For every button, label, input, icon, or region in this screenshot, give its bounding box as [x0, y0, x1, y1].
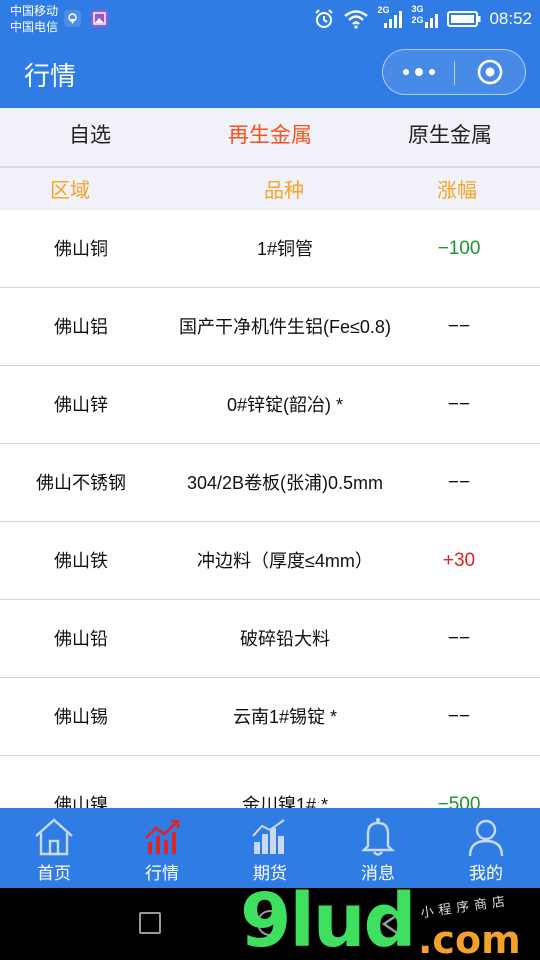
- clock: 08:52: [489, 9, 532, 28]
- change-cell: −−: [447, 706, 471, 727]
- change-cell: −500: [437, 794, 481, 808]
- column-header-region: 区域: [50, 180, 90, 202]
- list-item[interactable]: 佛山铝 国产干净机件生铝(Fe≤0.8) −−: [0, 288, 540, 366]
- bottom-tab-bar: 首页 行情 期货 消息 我的: [0, 808, 540, 888]
- tabbar-label-mine: 我的: [469, 864, 503, 883]
- more-button[interactable]: [383, 50, 454, 94]
- variety-cell: 云南1#锡锭 *: [232, 707, 338, 727]
- variety-cell: 国产干净机件生铝(Fe≤0.8): [179, 317, 391, 337]
- region-cell: 佛山锡: [54, 707, 108, 727]
- close-mini-program-button[interactable]: [455, 50, 526, 94]
- page-title: 行情: [24, 61, 77, 91]
- signal-2-icon: 3G 2G: [411, 4, 439, 30]
- market-chart-icon: [145, 819, 180, 854]
- recent-apps-button[interactable]: [139, 912, 161, 934]
- change-cell: −−: [447, 394, 471, 415]
- column-header-variety: 品种: [264, 180, 304, 202]
- column-header-row: 区域 品种 涨幅: [0, 168, 540, 210]
- wifi-icon: [344, 10, 369, 29]
- status-icons: 2G 3G 2G 08:52: [313, 4, 532, 32]
- region-cell: 佛山锌: [54, 395, 108, 415]
- list-item[interactable]: 佛山锌 0#锌锭(韶冶) * −−: [0, 366, 540, 444]
- variety-cell: 金川镍1# *: [241, 795, 329, 808]
- futures-bar-icon: [252, 819, 285, 854]
- change-cell: −−: [447, 316, 471, 337]
- change-cell: −−: [447, 472, 471, 493]
- variety-cell: 304/2B卷板(张浦)0.5mm: [186, 473, 384, 493]
- variety-cell: 冲边料（厚度≤4mm）: [197, 551, 373, 571]
- battery-icon: [447, 11, 481, 27]
- tabbar-item-messages[interactable]: 消息: [324, 808, 432, 888]
- list-item[interactable]: 佛山铜 1#铜管 −100: [0, 210, 540, 288]
- price-list: 佛山铜 1#铜管 −100 佛山铝 国产干净机件生铝(Fe≤0.8) −− 佛山…: [0, 210, 540, 808]
- more-dots-icon: [403, 68, 435, 76]
- location-app-icon: [64, 10, 81, 27]
- mini-program-capsule: [382, 49, 526, 95]
- tabbar-label-market: 行情: [145, 864, 179, 883]
- region-cell: 佛山铅: [54, 629, 108, 649]
- network-type-1: 2G: [377, 5, 390, 15]
- region-cell: 佛山铁: [54, 551, 108, 571]
- list-item[interactable]: 佛山铅 破碎铅大料 −−: [0, 600, 540, 678]
- signal-1-icon: 2G: [377, 5, 403, 30]
- network-type-3: 2G: [411, 15, 424, 25]
- column-header-change: 涨幅: [437, 180, 477, 202]
- tabbar-item-home[interactable]: 首页: [0, 808, 108, 888]
- home-icon: [35, 818, 73, 856]
- variety-cell: 0#锌锭(韶冶) *: [226, 395, 343, 415]
- user-icon: [468, 819, 504, 857]
- change-cell: +30: [442, 550, 476, 571]
- change-cell: −−: [447, 628, 471, 649]
- carrier-2: 中国电信: [10, 20, 59, 34]
- variety-cell: 破碎铅大料: [240, 629, 330, 649]
- header: 行情: [0, 38, 540, 108]
- region-cell: 佛山铝: [54, 317, 108, 337]
- watermark-domain: .com: [418, 918, 521, 960]
- list-item[interactable]: 佛山锡 云南1#锡锭 * −−: [0, 678, 540, 756]
- region-cell: 佛山不锈钢: [36, 473, 126, 493]
- tabbar-item-futures[interactable]: 期货: [216, 808, 324, 888]
- tabbar-item-mine[interactable]: 我的: [432, 808, 540, 888]
- network-type-2: 3G: [411, 4, 424, 14]
- region-cell: 佛山铜: [54, 239, 108, 259]
- tab-primary-metals[interactable]: 原生金属: [360, 108, 540, 166]
- tabbar-item-market[interactable]: 行情: [108, 808, 216, 888]
- alarm-icon: [315, 9, 334, 28]
- list-item[interactable]: 佛山铁 冲边料（厚度≤4mm） +30: [0, 522, 540, 600]
- target-circle-icon: [477, 59, 503, 85]
- tab-recycled-metals[interactable]: 再生金属: [180, 108, 360, 166]
- gallery-app-icon: [91, 10, 108, 27]
- carrier-1: 中国移动: [10, 4, 59, 18]
- bell-icon: [361, 818, 395, 856]
- list-item[interactable]: 佛山不锈钢 304/2B卷板(张浦)0.5mm −−: [0, 444, 540, 522]
- watermark-logo: 9lud: [240, 878, 417, 960]
- top-bar: 中国移动 中国电信 2G 3G 2G 08:52 行情: [0, 0, 540, 108]
- region-cell: 佛山镍: [54, 795, 108, 808]
- list-item[interactable]: 佛山镍 金川镍1# * −500: [0, 756, 540, 808]
- category-tabs: 自选 再生金属 原生金属: [0, 108, 540, 166]
- change-cell: −100: [437, 238, 481, 259]
- tabbar-label-home: 首页: [37, 864, 71, 883]
- status-bar: 中国移动 中国电信 2G 3G 2G 08:52: [0, 0, 540, 38]
- carrier-info: 中国移动 中国电信: [10, 3, 58, 35]
- variety-cell: 1#铜管: [256, 239, 314, 259]
- tab-watchlist[interactable]: 自选: [0, 108, 180, 166]
